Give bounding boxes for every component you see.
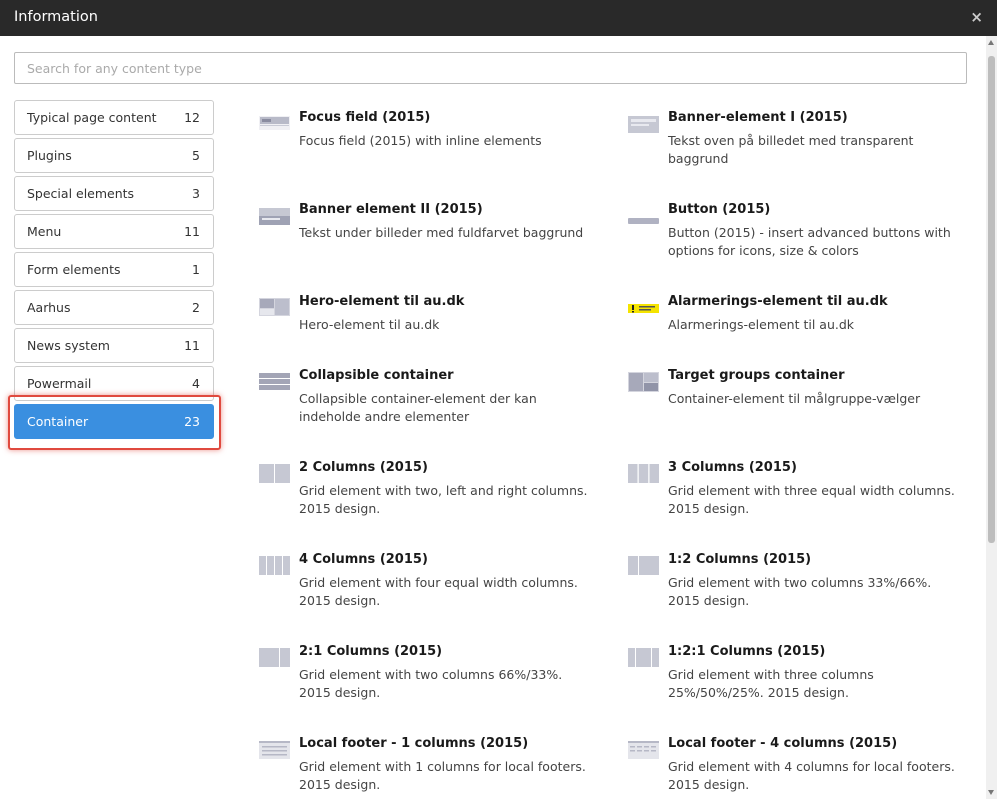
item-description: Tekst oven på billedet med transparent b…	[668, 133, 914, 166]
item-title: 1:2:1 Columns (2015)	[668, 644, 826, 659]
item-description: Grid element with three columns 25%/50%/…	[668, 667, 874, 700]
category-count: 11	[184, 224, 200, 239]
two-columns-icon	[259, 464, 290, 483]
category-aarhus[interactable]: Aarhus 2	[14, 290, 214, 325]
category-count: 1	[192, 262, 200, 277]
category-label: News system	[27, 338, 110, 353]
item-title: 1:2 Columns (2015)	[668, 552, 812, 567]
vertical-scrollbar[interactable]	[986, 36, 997, 799]
three-columns-icon	[628, 464, 659, 483]
item-title: 3 Columns (2015)	[668, 460, 797, 475]
category-count: 12	[184, 110, 200, 125]
category-label: Container	[27, 414, 89, 429]
one-two-one-columns-icon	[628, 648, 659, 667]
category-news-system[interactable]: News system 11	[14, 328, 214, 363]
item-description: Grid element with 4 columns for local fo…	[668, 759, 955, 792]
four-columns-icon	[259, 556, 290, 575]
category-count: 4	[192, 376, 200, 391]
category-label: Menu	[27, 224, 62, 239]
item-description: Grid element with two columns 33%/66%. 2…	[668, 575, 932, 608]
category-plugins[interactable]: Plugins 5	[14, 138, 214, 173]
hero-element-icon	[259, 298, 290, 316]
item-description: Tekst under billeder med fuldfarvet bagg…	[299, 225, 584, 240]
item-description: Grid element with 1 columns for local fo…	[299, 759, 586, 792]
item-title: 4 Columns (2015)	[299, 552, 428, 567]
category-count: 23	[184, 414, 200, 429]
category-count: 11	[184, 338, 200, 353]
dialog-titlebar: Information ×	[0, 0, 997, 36]
category-list: Typical page content 12 Plugins 5 Specia…	[14, 100, 214, 442]
item-description: Grid element with four equal width colum…	[299, 575, 578, 608]
item-description: Grid element with three equal width colu…	[668, 483, 955, 516]
category-typical-page-content[interactable]: Typical page content 12	[14, 100, 214, 135]
category-count: 3	[192, 186, 200, 201]
scroll-down-arrow-icon[interactable]	[988, 790, 994, 795]
item-title: 2:1 Columns (2015)	[299, 644, 443, 659]
banner-element-1-icon	[628, 116, 659, 133]
category-form-elements[interactable]: Form elements 1	[14, 252, 214, 287]
category-label: Plugins	[27, 148, 72, 163]
item-title: Banner-element I (2015)	[668, 110, 848, 125]
scrollbar-thumb[interactable]	[988, 56, 995, 543]
button-icon	[628, 218, 659, 224]
item-title: Collapsible container	[299, 368, 454, 383]
local-footer-4-icon	[628, 741, 659, 759]
category-count: 2	[192, 300, 200, 315]
item-description: Container-element til målgruppe-vælger	[668, 391, 921, 406]
item-title: Focus field (2015)	[299, 110, 431, 125]
item-title: Target groups container	[668, 368, 845, 383]
category-powermail[interactable]: Powermail 4	[14, 366, 214, 401]
item-title: Button (2015)	[668, 202, 771, 217]
banner-element-2-icon	[259, 208, 290, 225]
item-description: Alarmerings-element til au.dk	[668, 317, 855, 332]
dialog-title: Information	[14, 9, 98, 25]
item-title: Alarmerings-element til au.dk	[668, 294, 888, 309]
item-description: Grid element with two columns 66%/33%. 2…	[299, 667, 563, 700]
item-title: Banner element II (2015)	[299, 202, 483, 217]
focus-field-icon	[259, 116, 290, 130]
item-description: Hero-element til au.dk	[299, 317, 440, 332]
item-description: Collapsible container-element der kan in…	[299, 391, 537, 424]
scroll-up-arrow-icon[interactable]	[988, 40, 994, 45]
category-count: 5	[192, 148, 200, 163]
collapsible-container-icon	[259, 373, 290, 390]
one-two-columns-icon	[628, 556, 659, 575]
item-description: Grid element with two, left and right co…	[299, 483, 588, 516]
item-description: Button (2015) - insert advanced buttons …	[668, 225, 951, 258]
item-title: Local footer - 4 columns (2015)	[668, 736, 898, 751]
item-description: Focus field (2015) with inline elements	[299, 133, 542, 148]
category-label: Form elements	[27, 262, 121, 277]
category-label: Special elements	[27, 186, 135, 201]
category-label: Powermail	[27, 376, 92, 391]
two-one-columns-icon	[259, 648, 290, 667]
item-title: Local footer - 1 columns (2015)	[299, 736, 529, 751]
item-title: Hero-element til au.dk	[299, 294, 465, 309]
category-container[interactable]: Container 23	[14, 404, 214, 439]
category-label: Aarhus	[27, 300, 71, 315]
alert-element-icon	[628, 304, 659, 313]
target-groups-icon	[628, 372, 659, 392]
search-input[interactable]	[14, 52, 967, 84]
category-menu[interactable]: Menu 11	[14, 214, 214, 249]
category-special-elements[interactable]: Special elements 3	[14, 176, 214, 211]
close-icon[interactable]: ×	[970, 8, 983, 26]
category-label: Typical page content	[27, 110, 157, 125]
item-title: 2 Columns (2015)	[299, 460, 428, 475]
local-footer-1-icon	[259, 741, 290, 759]
